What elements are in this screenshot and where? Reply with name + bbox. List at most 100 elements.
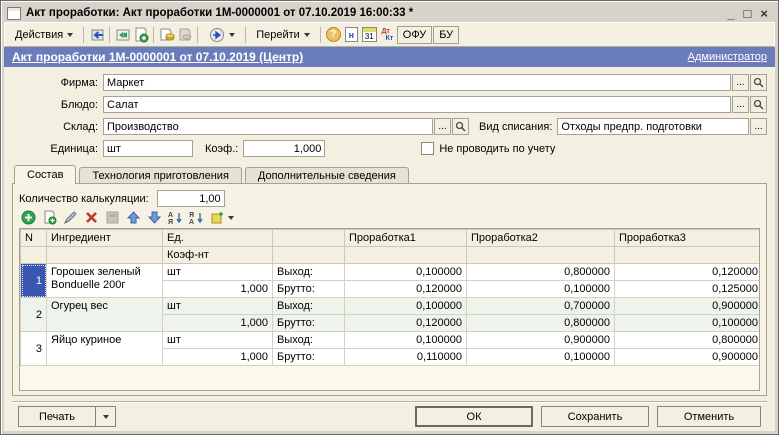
cell-coef[interactable]: 1,000 (163, 281, 273, 298)
cell-p2-out[interactable]: 0,900000 (467, 332, 615, 349)
table-row: 1 Горошек зеленый Bonduelle 200г шт Выхо… (21, 264, 761, 281)
warehouse-open-button[interactable] (452, 118, 469, 135)
cell-coef[interactable]: 1,000 (163, 315, 273, 332)
fill-menu-icon[interactable] (210, 210, 234, 225)
new-copy-icon[interactable] (132, 26, 149, 43)
copy-row-icon[interactable] (42, 210, 57, 225)
firm-select-button[interactable]: ... (732, 74, 749, 91)
svg-text:Я: Я (189, 212, 194, 219)
cell-p1-out[interactable]: 0,100000 (345, 264, 467, 281)
tab-technology[interactable]: Технология приготовления (79, 167, 241, 184)
cell-ingredient[interactable]: Горошек зеленый Bonduelle 200г (47, 264, 163, 298)
tab-additional[interactable]: Дополнительные сведения (245, 167, 409, 184)
dtkt-icon[interactable]: ДтКт (379, 26, 396, 43)
writeoff-input[interactable] (557, 118, 749, 135)
goto-doc-icon (208, 26, 225, 43)
sort-asc-icon[interactable]: АЯ (168, 210, 183, 225)
calendar-icon[interactable]: 31 (361, 26, 378, 43)
refresh-icon[interactable] (114, 26, 131, 43)
print-dropdown-button[interactable] (96, 406, 116, 427)
actions-menu-button[interactable]: Действия (9, 26, 79, 44)
post-disabled-icon (176, 26, 193, 43)
warehouse-select-button[interactable]: ... (434, 118, 451, 135)
sort-desc-icon[interactable]: ЯА (189, 210, 204, 225)
move-down-icon[interactable] (147, 210, 162, 225)
save-button[interactable]: Сохранить (541, 406, 649, 427)
user-link[interactable]: Администратор (688, 51, 767, 63)
cell-p2-gross[interactable]: 0,800000 (467, 315, 615, 332)
calc-qty-input[interactable] (157, 190, 225, 207)
dish-select-button[interactable]: ... (732, 96, 749, 113)
print-button[interactable]: Печать (18, 406, 96, 427)
cell-p1-gross[interactable]: 0,110000 (345, 349, 467, 366)
cell-p1-out[interactable]: 0,100000 (345, 332, 467, 349)
dish-input[interactable] (103, 96, 731, 113)
ingredients-table: N Ингредиент Ед. Проработка1 Проработка2… (20, 229, 760, 366)
tab-sostav[interactable]: Состав (14, 165, 76, 184)
cell-p2-out[interactable]: 0,700000 (467, 298, 615, 315)
write-icon[interactable] (88, 26, 105, 43)
writeoff-label: Вид списания: (479, 121, 552, 133)
cell-p3-out[interactable]: 0,120000 (615, 264, 761, 281)
cell-unit[interactable]: шт (163, 298, 273, 315)
firm-open-button[interactable] (750, 74, 767, 91)
cell-unit[interactable]: шт (163, 332, 273, 349)
document-title-link[interactable]: Акт проработки 1М-0000001 от 07.10.2019 … (12, 50, 303, 64)
actions-menu-label: Действия (15, 29, 63, 41)
move-up-icon[interactable] (126, 210, 141, 225)
edit-row-icon[interactable] (63, 210, 78, 225)
cell-p2-gross[interactable]: 0,100000 (467, 349, 615, 366)
maximize-button[interactable]: □ (744, 7, 752, 20)
cell-p3-gross[interactable]: 0,900000 (615, 349, 761, 366)
cancel-button[interactable]: Отменить (657, 406, 761, 427)
col-header-p2: Проработка2 (467, 230, 615, 247)
cell-p1-gross[interactable]: 0,120000 (345, 281, 467, 298)
cell-gross-label: Брутто: (273, 349, 345, 366)
cell-p3-out[interactable]: 0,800000 (615, 332, 761, 349)
delete-row-icon[interactable] (84, 210, 99, 225)
settings-disabled-icon (105, 210, 120, 225)
cell-p3-gross[interactable]: 0,125000 (615, 281, 761, 298)
minimize-button[interactable]: _ (727, 7, 734, 20)
firm-input[interactable] (103, 74, 731, 91)
close-button[interactable]: × (760, 7, 768, 20)
no-posting-checkbox-wrap[interactable]: Не проводить по учету (421, 142, 555, 155)
cell-p3-gross[interactable]: 0,100000 (615, 315, 761, 332)
ok-button[interactable]: ОК (415, 406, 533, 427)
bu-button[interactable]: БУ (433, 26, 459, 44)
cell-n-selected[interactable]: 1 (21, 264, 47, 298)
goto-menu-button[interactable]: Перейти (250, 26, 316, 44)
unit-input[interactable] (103, 140, 193, 157)
warehouse-input[interactable] (103, 118, 433, 135)
cell-p1-gross[interactable]: 0,120000 (345, 315, 467, 332)
cell-unit[interactable]: шт (163, 264, 273, 281)
title-bar[interactable]: Акт проработки: Акт проработки 1М-000000… (4, 4, 775, 22)
goto-doc-button[interactable] (202, 23, 241, 46)
dish-row: Блюдо: ... (12, 96, 767, 113)
cell-p3-out[interactable]: 0,900000 (615, 298, 761, 315)
dish-open-button[interactable] (750, 96, 767, 113)
cell-n[interactable]: 3 (21, 332, 47, 366)
cell-coef[interactable]: 1,000 (163, 349, 273, 366)
cell-ingredient[interactable]: Яйцо куриное (47, 332, 163, 366)
post-icon[interactable] (158, 26, 175, 43)
window-title: Акт проработки: Акт проработки 1М-000000… (26, 7, 413, 19)
col-header-p1: Проработка1 (345, 230, 467, 247)
help-icon[interactable]: ? (325, 26, 342, 43)
table-subheader-row: Коэф-нт (21, 247, 761, 264)
chevron-down-icon (103, 415, 109, 419)
cell-p1-out[interactable]: 0,100000 (345, 298, 467, 315)
no-posting-checkbox[interactable] (421, 142, 434, 155)
cell-ingredient[interactable]: Огурец вес (47, 298, 163, 332)
cell-gross-label: Брутто: (273, 315, 345, 332)
cell-p2-out[interactable]: 0,800000 (467, 264, 615, 281)
cell-p2-gross[interactable]: 0,100000 (467, 281, 615, 298)
coef-input[interactable] (243, 140, 325, 157)
note-icon[interactable]: н (343, 26, 360, 43)
ofu-button[interactable]: ОФУ (397, 26, 432, 44)
add-row-icon[interactable] (21, 210, 36, 225)
grid-toolbar: АЯ ЯА (19, 207, 760, 228)
toolbar-separator (245, 27, 246, 43)
writeoff-select-button[interactable]: ... (750, 118, 767, 135)
cell-n[interactable]: 2 (21, 298, 47, 332)
